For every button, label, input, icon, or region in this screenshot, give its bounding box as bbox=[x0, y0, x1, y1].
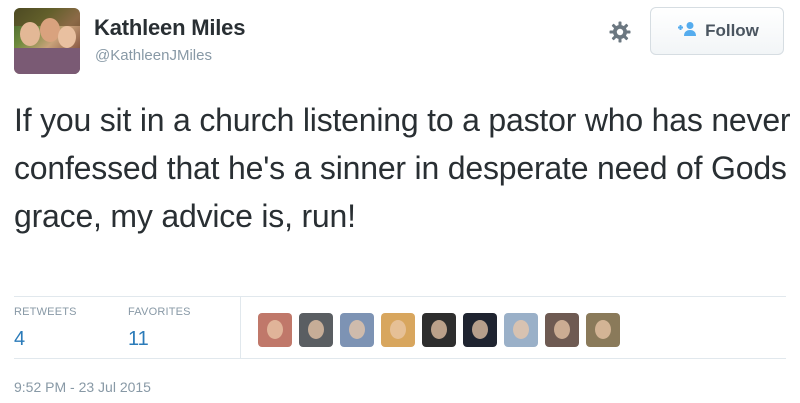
favoriter-avatar[interactable] bbox=[299, 313, 333, 347]
favorites-label: FAVORITES bbox=[128, 306, 191, 318]
favoriter-avatar[interactable] bbox=[586, 313, 620, 347]
favoriter-avatar[interactable] bbox=[545, 313, 579, 347]
tweet-timestamp[interactable]: 9:52 PM - 23 Jul 2015 bbox=[14, 379, 151, 395]
stats-divider bbox=[240, 297, 241, 358]
divider bbox=[14, 358, 786, 359]
favoriter-avatar[interactable] bbox=[463, 313, 497, 347]
favoriters-avatars bbox=[258, 313, 620, 347]
follow-label: Follow bbox=[705, 21, 759, 40]
retweets-stat[interactable]: RETWEETS 4 bbox=[14, 306, 77, 351]
gear-icon[interactable] bbox=[606, 18, 634, 46]
favoriter-avatar[interactable] bbox=[504, 313, 538, 347]
user-name[interactable]: Kathleen Miles bbox=[94, 15, 245, 41]
tweet-card: Kathleen Miles @KathleenJMiles Follow If… bbox=[0, 0, 800, 403]
add-user-icon bbox=[675, 21, 697, 42]
favorites-count: 11 bbox=[128, 328, 149, 350]
favoriter-avatar[interactable] bbox=[340, 313, 374, 347]
user-handle[interactable]: @KathleenJMiles bbox=[95, 47, 212, 64]
retweets-label: RETWEETS bbox=[14, 306, 77, 318]
favoriter-avatar[interactable] bbox=[381, 313, 415, 347]
favoriter-avatar[interactable] bbox=[258, 313, 292, 347]
retweets-count: 4 bbox=[14, 328, 26, 350]
favorites-stat[interactable]: FAVORITES 11 bbox=[128, 306, 191, 351]
user-avatar[interactable] bbox=[14, 8, 80, 74]
tweet-text: If you sit in a church listening to a pa… bbox=[14, 102, 791, 234]
favoriter-avatar[interactable] bbox=[422, 313, 456, 347]
follow-button[interactable]: Follow bbox=[650, 7, 784, 55]
divider bbox=[14, 296, 786, 297]
